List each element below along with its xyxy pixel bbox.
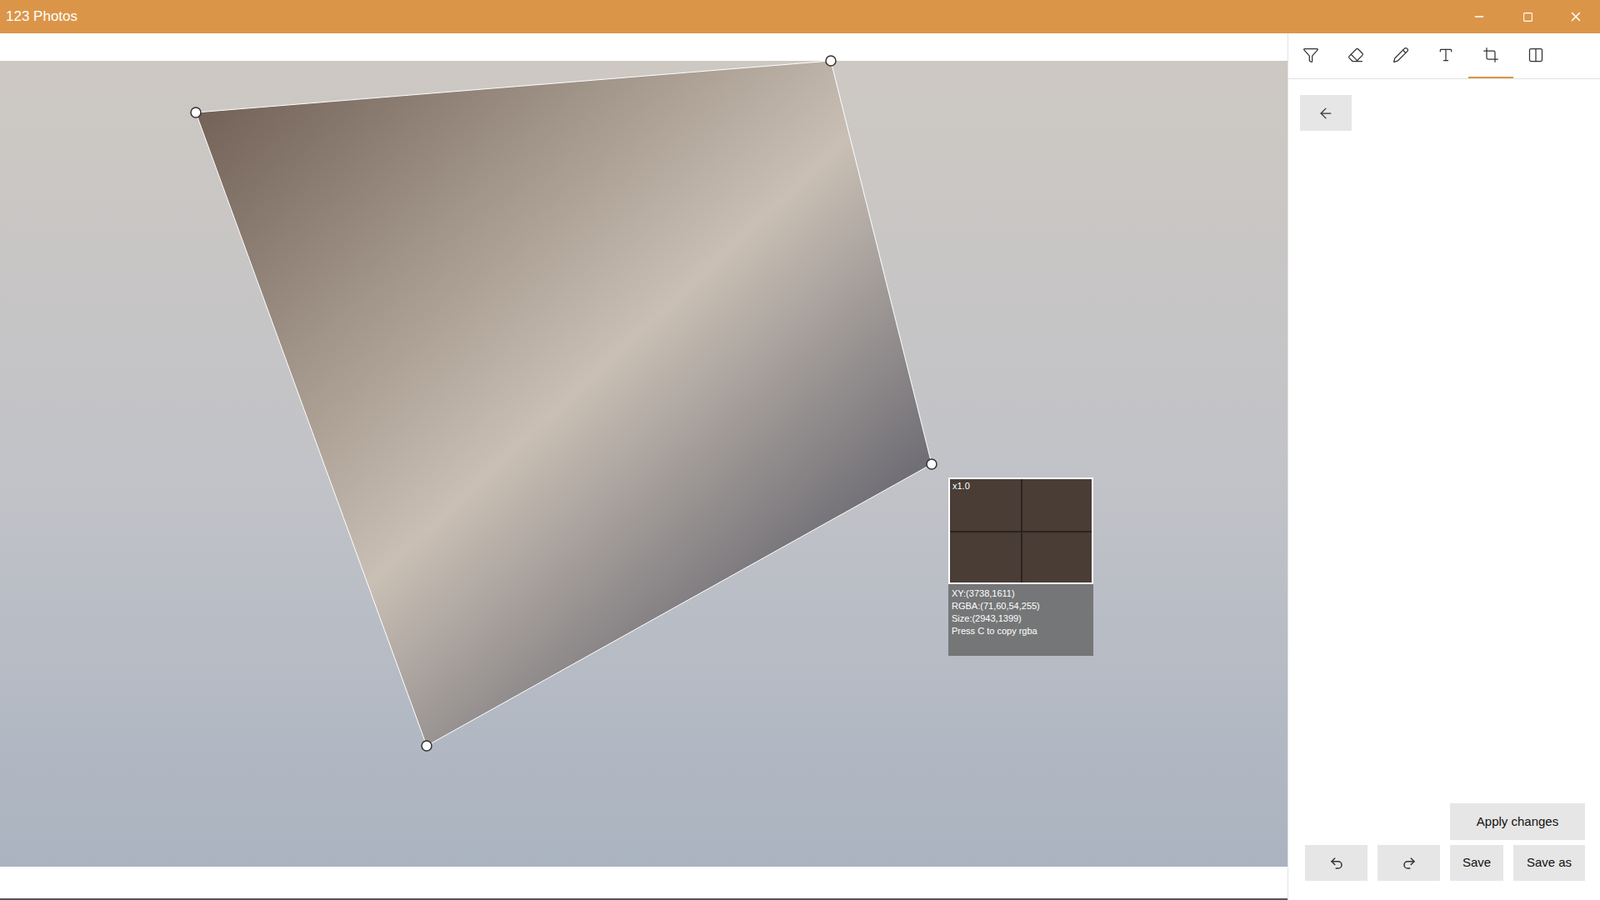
magnifier-info: Press C to copy rgba [951,625,1090,638]
undo-button[interactable] [1305,845,1368,881]
title-bar: 123 Photos [0,0,1600,34]
side-panel: Apply changes SaveSave as [1287,33,1600,900]
close-icon[interactable] [1551,0,1600,34]
crop-tool[interactable] [1468,33,1514,79]
crop-handle[interactable] [926,459,937,470]
filter-tool[interactable] [1288,33,1334,79]
back-button[interactable] [1300,95,1352,131]
save-button[interactable]: Save [1450,845,1504,881]
crop-handle[interactable] [421,740,432,751]
text-icon [1437,46,1455,64]
filter-icon [1302,46,1320,64]
back-arrow-icon [1317,105,1335,122]
magnifier-info: XY:(3738,1611) [951,587,1090,600]
app-window: 123 Photos x1.0 XY:(3738,1611)RGBA:(71,60,… [0,0,1600,900]
magnifier-info: Size:(2943,1399) [951,612,1090,625]
undo-icon [1329,855,1345,871]
maximize-icon[interactable] [1503,0,1552,34]
editor-area: x1.0 XY:(3738,1611)RGBA:(71,60,54,255)Siz… [0,33,1288,900]
crop-icon [1482,46,1500,64]
eraser-icon [1347,46,1365,64]
text-tool[interactable] [1423,33,1469,79]
minimize-icon[interactable] [1455,0,1504,34]
redo-icon [1401,855,1417,871]
tool-bar [1288,33,1600,80]
apply-changes-button[interactable]: Apply changes [1450,803,1585,840]
magnifier-info: RGBA:(71,60,54,255) [951,600,1090,613]
crop-handle[interactable] [190,107,201,118]
pencil-tool[interactable] [1378,33,1424,79]
magnifier: x1.0 XY:(3738,1611)RGBA:(71,60,54,255)Siz… [948,477,1094,656]
eraser-tool[interactable] [1333,33,1379,79]
window-title: 123 Photos [0,5,78,28]
crop-handle[interactable] [825,55,836,66]
layout-tool[interactable] [1513,33,1559,79]
crop-frame[interactable] [0,60,1288,867]
photo-canvas[interactable]: x1.0 XY:(3738,1611)RGBA:(71,60,54,255)Siz… [0,60,1288,867]
zoom-level: x1.0 [952,481,970,491]
redo-button[interactable] [1377,845,1440,881]
layout-icon [1527,46,1545,64]
save-as-button[interactable]: Save as [1513,845,1585,881]
pencil-icon [1392,46,1410,64]
